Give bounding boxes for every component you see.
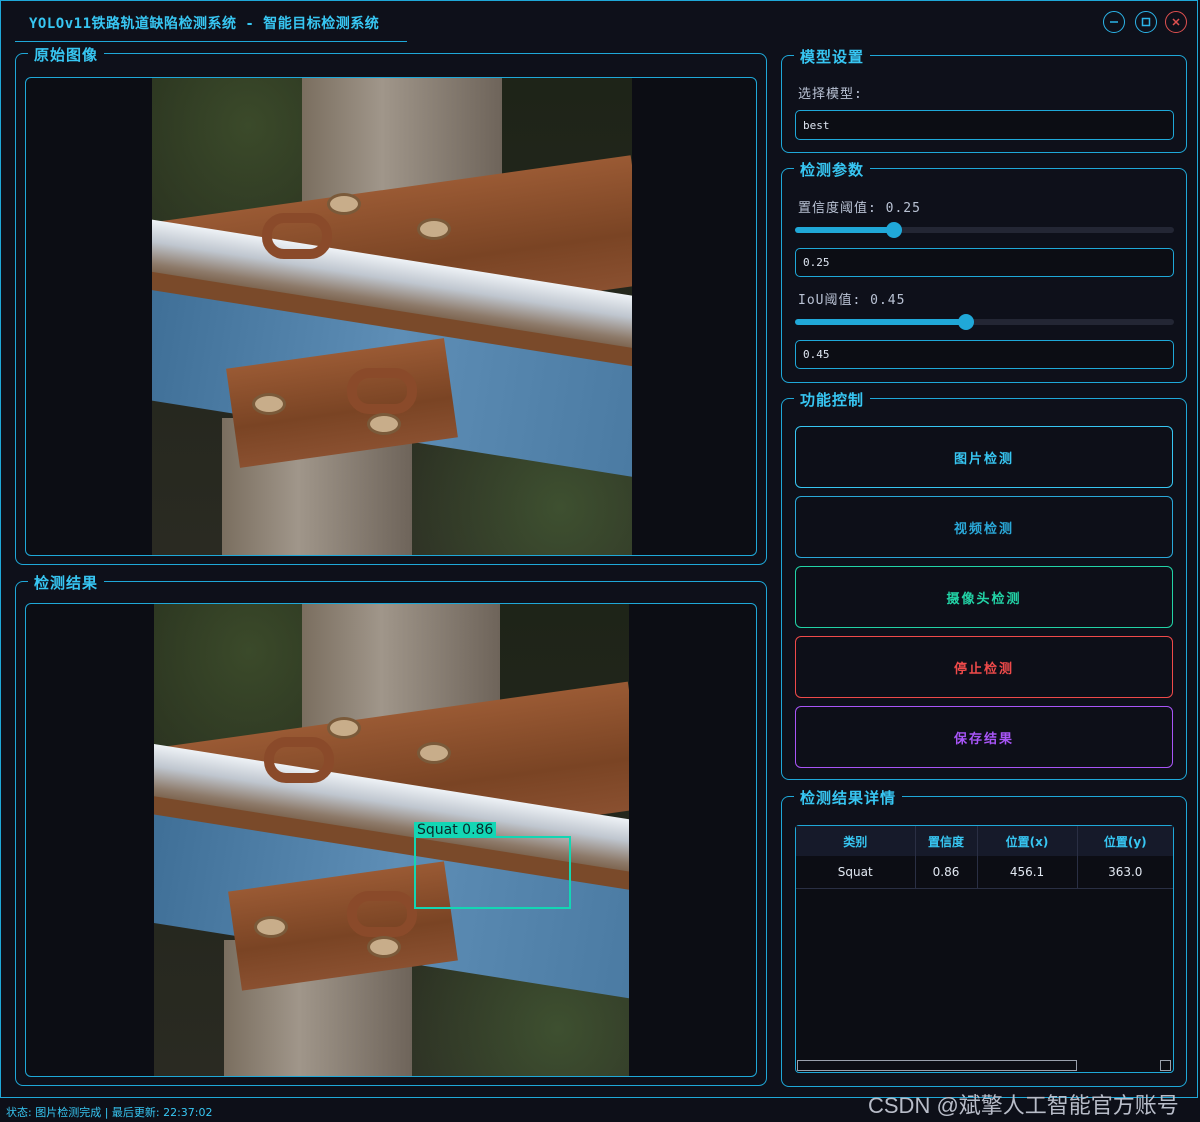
model-select-label: 选择模型: [798, 87, 863, 102]
cell-x: 456.1 [977, 856, 1078, 889]
main-window: YOLOv11铁路轨道缺陷检测系统 - 智能目标检测系统 原始图像 检测结果 S… [0, 0, 1198, 1098]
confidence-slider[interactable] [795, 222, 1174, 238]
cell-confidence: 0.86 [915, 856, 978, 889]
maximize-icon [1141, 17, 1151, 27]
camera-detect-button[interactable]: 摄像头检测 [795, 566, 1173, 628]
column-header-class[interactable]: 类别 [796, 826, 916, 856]
save-result-button[interactable]: 保存结果 [795, 706, 1173, 768]
original-image [152, 78, 632, 555]
detection-label: Squat 0.86 [414, 822, 497, 838]
image-detect-button[interactable]: 图片检测 [795, 426, 1173, 488]
table-row[interactable]: Squat 0.86 456.1 363.0 [796, 856, 1173, 889]
title-bar: YOLOv11铁路轨道缺陷检测系统 - 智能目标检测系统 [1, 1, 1199, 43]
original-image-frame [25, 77, 757, 556]
function-control-title: 功能控制 [794, 389, 871, 410]
result-table: 类别 置信度 位置(x) 位置(y) Squat 0.86 456.1 363.… [796, 826, 1173, 889]
title-underline [15, 41, 407, 42]
cell-class: Squat [796, 856, 916, 889]
iou-input[interactable]: 0.45 [795, 340, 1174, 369]
column-header-confidence[interactable]: 置信度 [915, 826, 978, 856]
scrollbar-corner [1160, 1060, 1171, 1071]
result-image-frame: Squat 0.86 [25, 603, 757, 1077]
result-image: Squat 0.86 [154, 604, 629, 1076]
iou-slider-fill [795, 319, 966, 325]
maximize-button[interactable] [1135, 11, 1157, 33]
minimize-button[interactable] [1103, 11, 1125, 33]
detection-params-title: 检测参数 [794, 159, 871, 180]
stop-detect-button[interactable]: 停止检测 [795, 636, 1173, 698]
iou-label: IoU阈值: 0.45 [798, 293, 906, 308]
close-button[interactable] [1165, 11, 1187, 33]
confidence-label: 置信度阈值: 0.25 [798, 201, 921, 216]
result-image-title: 检测结果 [28, 572, 105, 593]
column-header-x[interactable]: 位置(x) [977, 826, 1078, 856]
watermark: CSDN @斌擎人工智能官方账号 [868, 1093, 1179, 1118]
window-title: YOLOv11铁路轨道缺陷检测系统 - 智能目标检测系统 [29, 16, 380, 32]
confidence-input[interactable]: 0.25 [795, 248, 1174, 277]
cell-y: 363.0 [1077, 856, 1173, 889]
confidence-slider-handle[interactable] [885, 222, 902, 238]
minimize-icon [1110, 21, 1118, 23]
column-header-y[interactable]: 位置(y) [1077, 826, 1173, 856]
close-icon [1172, 18, 1180, 26]
confidence-slider-fill [795, 227, 894, 233]
original-image-title: 原始图像 [28, 44, 105, 65]
horizontal-scrollbar[interactable] [797, 1060, 1077, 1071]
model-settings-title: 模型设置 [794, 46, 871, 67]
table-header-row: 类别 置信度 位置(x) 位置(y) [796, 826, 1173, 856]
status-bar: 状态: 图片检测完成 | 最后更新: 22:37:02 [6, 1106, 213, 1119]
iou-slider[interactable] [795, 314, 1174, 330]
iou-slider-handle[interactable] [957, 314, 974, 330]
detection-box [414, 836, 571, 909]
model-select[interactable]: best [795, 110, 1174, 140]
video-detect-button[interactable]: 视频检测 [795, 496, 1173, 558]
result-details-title: 检测结果详情 [794, 787, 903, 808]
